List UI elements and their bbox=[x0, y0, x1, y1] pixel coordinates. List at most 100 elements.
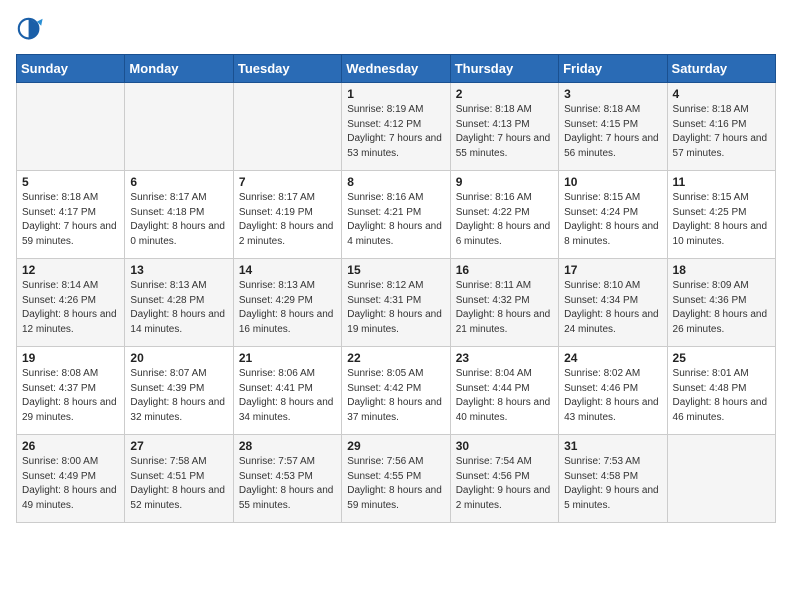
day-number: 30 bbox=[456, 439, 553, 453]
calendar-cell: 25 Sunrise: 8:01 AM Sunset: 4:48 PM Dayli… bbox=[667, 347, 775, 435]
week-row-4: 19 Sunrise: 8:08 AM Sunset: 4:37 PM Dayli… bbox=[17, 347, 776, 435]
calendar-cell bbox=[17, 83, 125, 171]
weekday-header-friday: Friday bbox=[559, 55, 667, 83]
calendar-cell: 31 Sunrise: 7:53 AM Sunset: 4:58 PM Dayli… bbox=[559, 435, 667, 523]
calendar-cell: 28Sunrise: 7:57 AM Sunset: 4:53 PM Dayli… bbox=[233, 435, 341, 523]
day-info: Sunrise: 7:53 AM Sunset: 4:58 PM Dayligh… bbox=[564, 455, 661, 513]
day-info: Sunrise: 8:10 AM Sunset: 4:34 PM Dayligh… bbox=[564, 279, 661, 337]
day-info: Sunrise: 8:15 AM Sunset: 4:24 PM Dayligh… bbox=[564, 191, 661, 249]
day-number: 12 bbox=[22, 263, 119, 277]
day-number: 21 bbox=[239, 351, 336, 365]
day-number: 14 bbox=[239, 263, 336, 277]
calendar-cell: 7 Sunrise: 8:17 AM Sunset: 4:19 PM Daylig… bbox=[233, 171, 341, 259]
calendar-cell: 8 Sunrise: 8:16 AM Sunset: 4:21 PM Daylig… bbox=[342, 171, 450, 259]
header bbox=[16, 16, 776, 44]
day-number: 18 bbox=[673, 263, 770, 277]
day-info: Sunrise: 8:18 AM Sunset: 4:13 PM Dayligh… bbox=[456, 103, 553, 161]
weekday-header-saturday: Saturday bbox=[667, 55, 775, 83]
weekday-header-monday: Monday bbox=[125, 55, 233, 83]
calendar-cell: 30 Sunrise: 7:54 AM Sunset: 4:56 PM Dayli… bbox=[450, 435, 558, 523]
calendar-cell: 23 Sunrise: 8:04 AM Sunset: 4:44 PM Dayli… bbox=[450, 347, 558, 435]
calendar-cell bbox=[667, 435, 775, 523]
day-info: Sunrise: 8:16 AM Sunset: 4:22 PM Dayligh… bbox=[456, 191, 553, 249]
calendar-cell bbox=[233, 83, 341, 171]
week-row-5: 26 Sunrise: 8:00 AM Sunset: 4:49 PM Dayli… bbox=[17, 435, 776, 523]
day-info: Sunrise: 8:09 AM Sunset: 4:36 PM Dayligh… bbox=[673, 279, 770, 337]
day-number: 13 bbox=[130, 263, 227, 277]
day-info: Sunrise: 7:57 AM Sunset: 4:53 PM Dayligh… bbox=[239, 455, 336, 513]
logo bbox=[16, 16, 48, 44]
day-info: Sunrise: 8:06 AM Sunset: 4:41 PM Dayligh… bbox=[239, 367, 336, 425]
day-number: 17 bbox=[564, 263, 661, 277]
day-info: Sunrise: 8:08 AM Sunset: 4:37 PM Dayligh… bbox=[22, 367, 119, 425]
day-number: 20 bbox=[130, 351, 227, 365]
day-number: 29 bbox=[347, 439, 444, 453]
calendar-cell: 16Sunrise: 8:11 AM Sunset: 4:32 PM Dayli… bbox=[450, 259, 558, 347]
day-number: 25 bbox=[673, 351, 770, 365]
day-number: 6 bbox=[130, 175, 227, 189]
weekday-header-tuesday: Tuesday bbox=[233, 55, 341, 83]
calendar-cell: 15 Sunrise: 8:12 AM Sunset: 4:31 PM Dayli… bbox=[342, 259, 450, 347]
calendar-cell: 24Sunrise: 8:02 AM Sunset: 4:46 PM Dayli… bbox=[559, 347, 667, 435]
calendar-cell: 21 Sunrise: 8:06 AM Sunset: 4:41 PM Dayli… bbox=[233, 347, 341, 435]
calendar-cell: 4 Sunrise: 8:18 AM Sunset: 4:16 PM Daylig… bbox=[667, 83, 775, 171]
day-info: Sunrise: 8:18 AM Sunset: 4:17 PM Dayligh… bbox=[22, 191, 119, 249]
day-info: Sunrise: 8:13 AM Sunset: 4:29 PM Dayligh… bbox=[239, 279, 336, 337]
day-number: 23 bbox=[456, 351, 553, 365]
calendar-cell: 19 Sunrise: 8:08 AM Sunset: 4:37 PM Dayli… bbox=[17, 347, 125, 435]
day-info: Sunrise: 8:12 AM Sunset: 4:31 PM Dayligh… bbox=[347, 279, 444, 337]
calendar-cell: 20 Sunrise: 8:07 AM Sunset: 4:39 PM Dayli… bbox=[125, 347, 233, 435]
day-number: 24 bbox=[564, 351, 661, 365]
day-info: Sunrise: 8:18 AM Sunset: 4:16 PM Dayligh… bbox=[673, 103, 770, 161]
calendar-cell: 10 Sunrise: 8:15 AM Sunset: 4:24 PM Dayli… bbox=[559, 171, 667, 259]
day-number: 26 bbox=[22, 439, 119, 453]
calendar-cell: 27Sunrise: 7:58 AM Sunset: 4:51 PM Dayli… bbox=[125, 435, 233, 523]
calendar-cell: 3Sunrise: 8:18 AM Sunset: 4:15 PM Daylig… bbox=[559, 83, 667, 171]
day-info: Sunrise: 7:56 AM Sunset: 4:55 PM Dayligh… bbox=[347, 455, 444, 513]
day-number: 4 bbox=[673, 87, 770, 101]
day-number: 10 bbox=[564, 175, 661, 189]
day-info: Sunrise: 8:04 AM Sunset: 4:44 PM Dayligh… bbox=[456, 367, 553, 425]
calendar-cell: 2 Sunrise: 8:18 AM Sunset: 4:13 PM Daylig… bbox=[450, 83, 558, 171]
day-number: 2 bbox=[456, 87, 553, 101]
day-info: Sunrise: 8:00 AM Sunset: 4:49 PM Dayligh… bbox=[22, 455, 119, 513]
week-row-3: 12 Sunrise: 8:14 AM Sunset: 4:26 PM Dayli… bbox=[17, 259, 776, 347]
day-info: Sunrise: 8:07 AM Sunset: 4:39 PM Dayligh… bbox=[130, 367, 227, 425]
calendar-cell: 11Sunrise: 8:15 AM Sunset: 4:25 PM Dayli… bbox=[667, 171, 775, 259]
calendar-cell bbox=[125, 83, 233, 171]
day-number: 19 bbox=[22, 351, 119, 365]
day-number: 9 bbox=[456, 175, 553, 189]
calendar-cell: 13 Sunrise: 8:13 AM Sunset: 4:28 PM Dayli… bbox=[125, 259, 233, 347]
calendar-cell: 18 Sunrise: 8:09 AM Sunset: 4:36 PM Dayli… bbox=[667, 259, 775, 347]
calendar-table: SundayMondayTuesdayWednesdayThursdayFrid… bbox=[16, 54, 776, 523]
day-info: Sunrise: 8:18 AM Sunset: 4:15 PM Dayligh… bbox=[564, 103, 661, 161]
day-number: 8 bbox=[347, 175, 444, 189]
week-row-1: 1 Sunrise: 8:19 AM Sunset: 4:12 PM Daylig… bbox=[17, 83, 776, 171]
day-number: 5 bbox=[22, 175, 119, 189]
day-info: Sunrise: 8:17 AM Sunset: 4:18 PM Dayligh… bbox=[130, 191, 227, 249]
day-info: Sunrise: 8:17 AM Sunset: 4:19 PM Dayligh… bbox=[239, 191, 336, 249]
day-info: Sunrise: 7:54 AM Sunset: 4:56 PM Dayligh… bbox=[456, 455, 553, 513]
calendar-cell: 22Sunrise: 8:05 AM Sunset: 4:42 PM Dayli… bbox=[342, 347, 450, 435]
day-info: Sunrise: 8:13 AM Sunset: 4:28 PM Dayligh… bbox=[130, 279, 227, 337]
calendar-cell: 29 Sunrise: 7:56 AM Sunset: 4:55 PM Dayli… bbox=[342, 435, 450, 523]
calendar-cell: 17 Sunrise: 8:10 AM Sunset: 4:34 PM Dayli… bbox=[559, 259, 667, 347]
day-number: 15 bbox=[347, 263, 444, 277]
calendar-cell: 6 Sunrise: 8:17 AM Sunset: 4:18 PM Daylig… bbox=[125, 171, 233, 259]
weekday-header-sunday: Sunday bbox=[17, 55, 125, 83]
day-info: Sunrise: 8:16 AM Sunset: 4:21 PM Dayligh… bbox=[347, 191, 444, 249]
calendar-cell: 5 Sunrise: 8:18 AM Sunset: 4:17 PM Daylig… bbox=[17, 171, 125, 259]
weekday-header-thursday: Thursday bbox=[450, 55, 558, 83]
day-info: Sunrise: 8:14 AM Sunset: 4:26 PM Dayligh… bbox=[22, 279, 119, 337]
day-number: 1 bbox=[347, 87, 444, 101]
calendar-cell: 12 Sunrise: 8:14 AM Sunset: 4:26 PM Dayli… bbox=[17, 259, 125, 347]
day-number: 16 bbox=[456, 263, 553, 277]
day-info: Sunrise: 8:01 AM Sunset: 4:48 PM Dayligh… bbox=[673, 367, 770, 425]
calendar-cell: 9 Sunrise: 8:16 AM Sunset: 4:22 PM Daylig… bbox=[450, 171, 558, 259]
day-number: 31 bbox=[564, 439, 661, 453]
day-info: Sunrise: 8:19 AM Sunset: 4:12 PM Dayligh… bbox=[347, 103, 444, 161]
day-number: 7 bbox=[239, 175, 336, 189]
day-info: Sunrise: 7:58 AM Sunset: 4:51 PM Dayligh… bbox=[130, 455, 227, 513]
logo-icon bbox=[16, 16, 44, 44]
day-number: 11 bbox=[673, 175, 770, 189]
